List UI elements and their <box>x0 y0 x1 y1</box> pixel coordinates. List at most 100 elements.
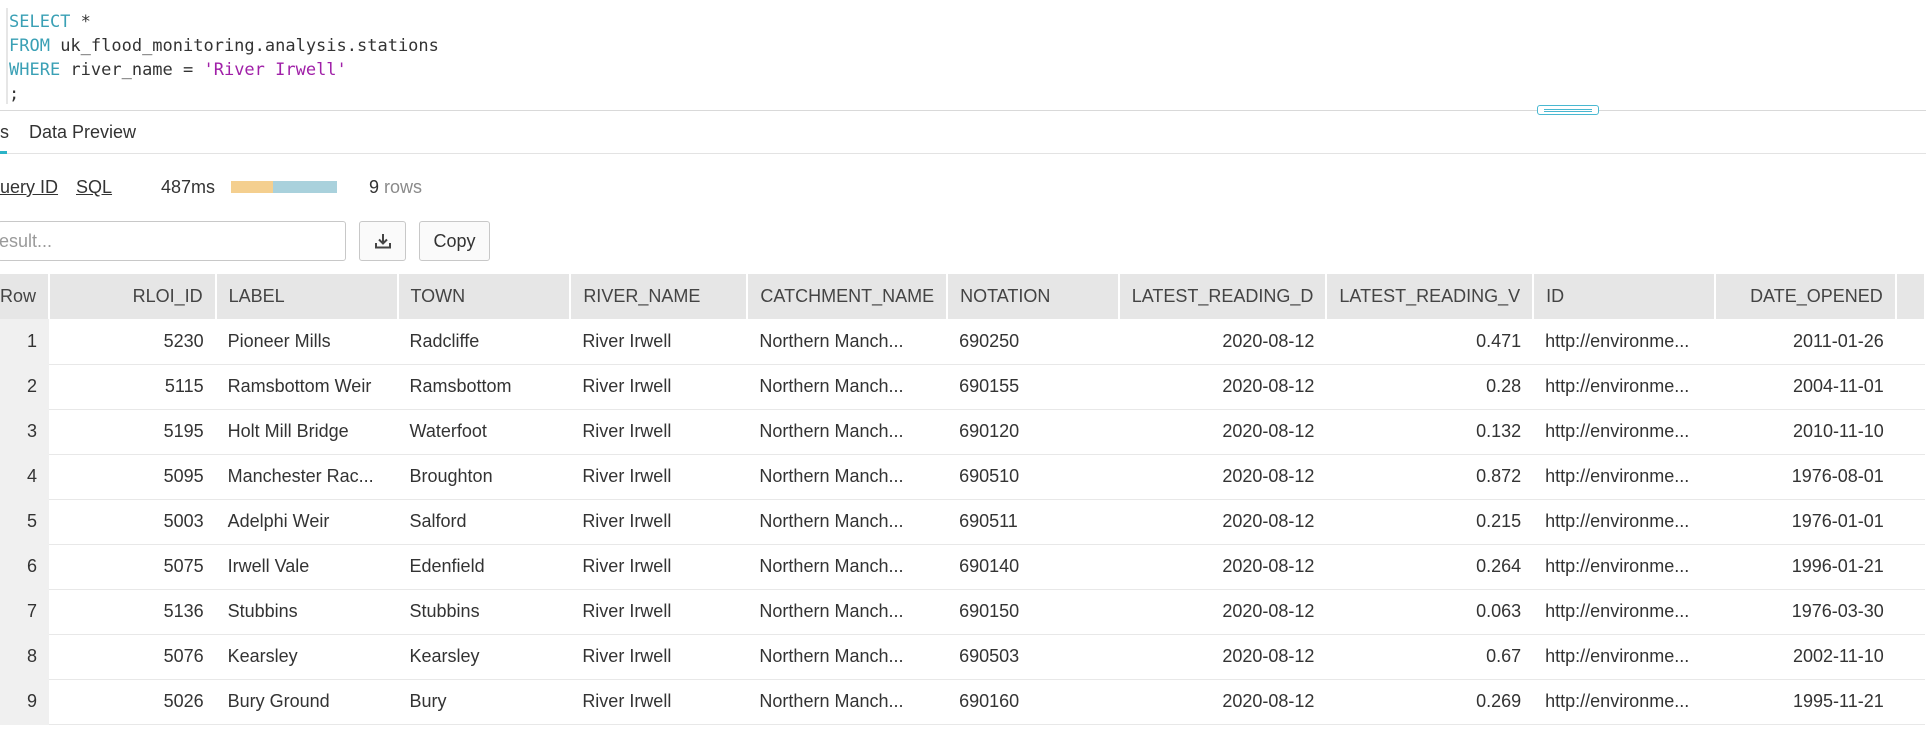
column-header-river-name[interactable]: RIVER_NAME <box>570 274 749 319</box>
table-cell-id: http://environme... <box>1533 409 1716 455</box>
filter-result-input[interactable] <box>0 221 346 261</box>
table-cell-notation: 690503 <box>947 634 1119 680</box>
row-count: 9 rows <box>369 176 422 198</box>
table-row[interactable]: 7 5136 Stubbins Stubbins River Irwell Norther… <box>0 589 1925 635</box>
table-cell-town: Salford <box>397 499 571 545</box>
results-table-container: Row RLOI_ID LABEL TOWN RIVER_NAME CATCHMENT_N… <box>0 274 1926 745</box>
table-cell-id: http://environme... <box>1533 634 1716 680</box>
table-cell-river-name: River Irwell <box>570 679 748 725</box>
table-row[interactable]: 1 5230 Pioneer Mills Radcliffe River Irwell N… <box>0 319 1925 365</box>
table-cell-label: Adelphi Weir <box>215 499 398 545</box>
table-cell-latest-reading-d: 2020-08-12 <box>1118 409 1327 455</box>
column-header-date-opened[interactable]: DATE_OPENED <box>1715 274 1897 319</box>
column-header-rloi-id[interactable]: RLOI_ID <box>49 274 217 319</box>
table-cell-id: http://environme... <box>1533 319 1716 365</box>
table-cell-town: Waterfoot <box>397 409 571 455</box>
row-number-cell: 8 <box>0 634 50 680</box>
table-cell-river-name: River Irwell <box>570 634 748 680</box>
table-cell-label: Ramsbottom Weir <box>215 364 398 410</box>
sql-link[interactable]: SQL <box>76 176 112 198</box>
table-header-row: Row RLOI_ID LABEL TOWN RIVER_NAME CATCHMENT_N… <box>0 274 1926 319</box>
row-number-cell: 6 <box>0 544 50 590</box>
table-cell-label: Holt Mill Bridge <box>215 409 398 455</box>
row-number-cell: 5 <box>0 499 50 545</box>
table-cell-overflow <box>1895 319 1925 365</box>
table-cell-river-name: River Irwell <box>570 499 748 545</box>
tab-results[interactable]: s <box>0 111 9 154</box>
table-cell-id: http://environme... <box>1533 679 1716 725</box>
table-row[interactable]: 3 5195 Holt Mill Bridge Waterfoot River Irwe… <box>0 409 1925 455</box>
table-cell-id: http://environme... <box>1533 454 1716 500</box>
table-cell-date-opened: 2002-11-10 <box>1715 634 1896 680</box>
table-cell-catchment-name: Northern Manch... <box>747 364 948 410</box>
table-cell-label: Bury Ground <box>215 679 398 725</box>
table-cell-notation: 690250 <box>947 319 1119 365</box>
table-cell-town: Ramsbottom <box>397 364 571 410</box>
table-cell-overflow <box>1895 634 1925 680</box>
table-cell-notation: 690120 <box>947 409 1119 455</box>
table-row[interactable]: 6 5075 Irwell Vale Edenfield River Irwell Nor… <box>0 544 1925 590</box>
table-cell-latest-reading-v: 0.063 <box>1326 589 1534 635</box>
table-cell-catchment-name: Northern Manch... <box>747 679 948 725</box>
column-header-label[interactable]: LABEL <box>215 274 399 319</box>
table-row[interactable]: 9 5026 Bury Ground Bury River Irwell Northern… <box>0 679 1925 725</box>
download-icon <box>374 234 391 249</box>
table-cell-rloi-id: 5115 <box>49 364 216 410</box>
column-header-town[interactable]: TOWN <box>397 274 572 319</box>
table-cell-catchment-name: Northern Manch... <box>747 409 948 455</box>
sql-code[interactable]: SELECT * FROM uk_flood_monitoring.analys… <box>9 10 439 106</box>
table-cell-town: Stubbins <box>397 589 571 635</box>
table-cell-latest-reading-v: 0.264 <box>1326 544 1534 590</box>
query-id-link[interactable]: uery ID <box>0 176 58 198</box>
editor-gutter <box>6 8 8 104</box>
column-header-catchment-name[interactable]: CATCHMENT_NAME <box>747 274 949 319</box>
table-cell-label: Irwell Vale <box>215 544 398 590</box>
table-cell-id: http://environme... <box>1533 544 1716 590</box>
column-header-latest-reading-d[interactable]: LATEST_READING_D <box>1118 274 1328 319</box>
table-cell-overflow <box>1895 679 1925 725</box>
table-cell-date-opened: 2004-11-01 <box>1715 364 1896 410</box>
table-cell-date-opened: 1976-03-30 <box>1715 589 1896 635</box>
table-cell-latest-reading-d: 2020-08-12 <box>1118 589 1327 635</box>
table-cell-label: Pioneer Mills <box>215 319 398 365</box>
table-cell-overflow <box>1895 454 1925 500</box>
row-number-cell: 9 <box>0 679 50 725</box>
table-cell-date-opened: 1976-08-01 <box>1715 454 1896 500</box>
column-header-id[interactable]: ID <box>1533 274 1717 319</box>
table-cell-latest-reading-d: 2020-08-12 <box>1118 319 1327 365</box>
table-row[interactable]: 5 5003 Adelphi Weir Salford River Irwell Nort… <box>0 499 1925 545</box>
table-cell-rloi-id: 5195 <box>49 409 216 455</box>
table-cell-overflow <box>1895 499 1925 545</box>
table-cell-river-name: River Irwell <box>570 589 748 635</box>
table-cell-notation: 690511 <box>947 499 1119 545</box>
result-tabs: s Data Preview <box>0 111 1926 154</box>
sql-editor[interactable]: SELECT * FROM uk_flood_monitoring.analys… <box>0 0 1926 110</box>
column-header-notation[interactable]: NOTATION <box>947 274 1120 319</box>
table-cell-rloi-id: 5075 <box>49 544 216 590</box>
table-cell-latest-reading-d: 2020-08-12 <box>1118 544 1327 590</box>
table-cell-rloi-id: 5076 <box>49 634 216 680</box>
tab-data-preview[interactable]: Data Preview <box>29 111 136 153</box>
table-cell-date-opened: 2011-01-26 <box>1715 319 1896 365</box>
table-cell-id: http://environme... <box>1533 589 1716 635</box>
table-cell-rloi-id: 5230 <box>49 319 216 365</box>
copy-button[interactable]: Copy <box>419 221 490 261</box>
table-cell-catchment-name: Northern Manch... <box>747 499 948 545</box>
download-button[interactable] <box>359 221 406 261</box>
table-cell-label: Manchester Rac... <box>215 454 398 500</box>
table-cell-river-name: River Irwell <box>570 409 748 455</box>
table-cell-town: Broughton <box>397 454 571 500</box>
table-cell-id: http://environme... <box>1533 499 1716 545</box>
table-row[interactable]: 8 5076 Kearsley Kearsley River Irwell Norther… <box>0 634 1925 680</box>
table-row[interactable]: 2 5115 Ramsbottom Weir Ramsbottom River Irwe… <box>0 364 1925 410</box>
row-number-cell: 7 <box>0 589 50 635</box>
table-cell-date-opened: 2010-11-10 <box>1715 409 1896 455</box>
table-cell-latest-reading-d: 2020-08-12 <box>1118 634 1327 680</box>
column-header-latest-reading-v[interactable]: LATEST_READING_V <box>1326 274 1535 319</box>
table-cell-overflow <box>1895 589 1925 635</box>
table-row[interactable]: 4 5095 Manchester Rac... Broughton River Irw… <box>0 454 1925 500</box>
table-cell-latest-reading-d: 2020-08-12 <box>1118 679 1327 725</box>
timing-bar[interactable] <box>231 181 337 193</box>
table-cell-latest-reading-v: 0.269 <box>1326 679 1534 725</box>
column-header-row[interactable]: Row <box>0 274 51 319</box>
